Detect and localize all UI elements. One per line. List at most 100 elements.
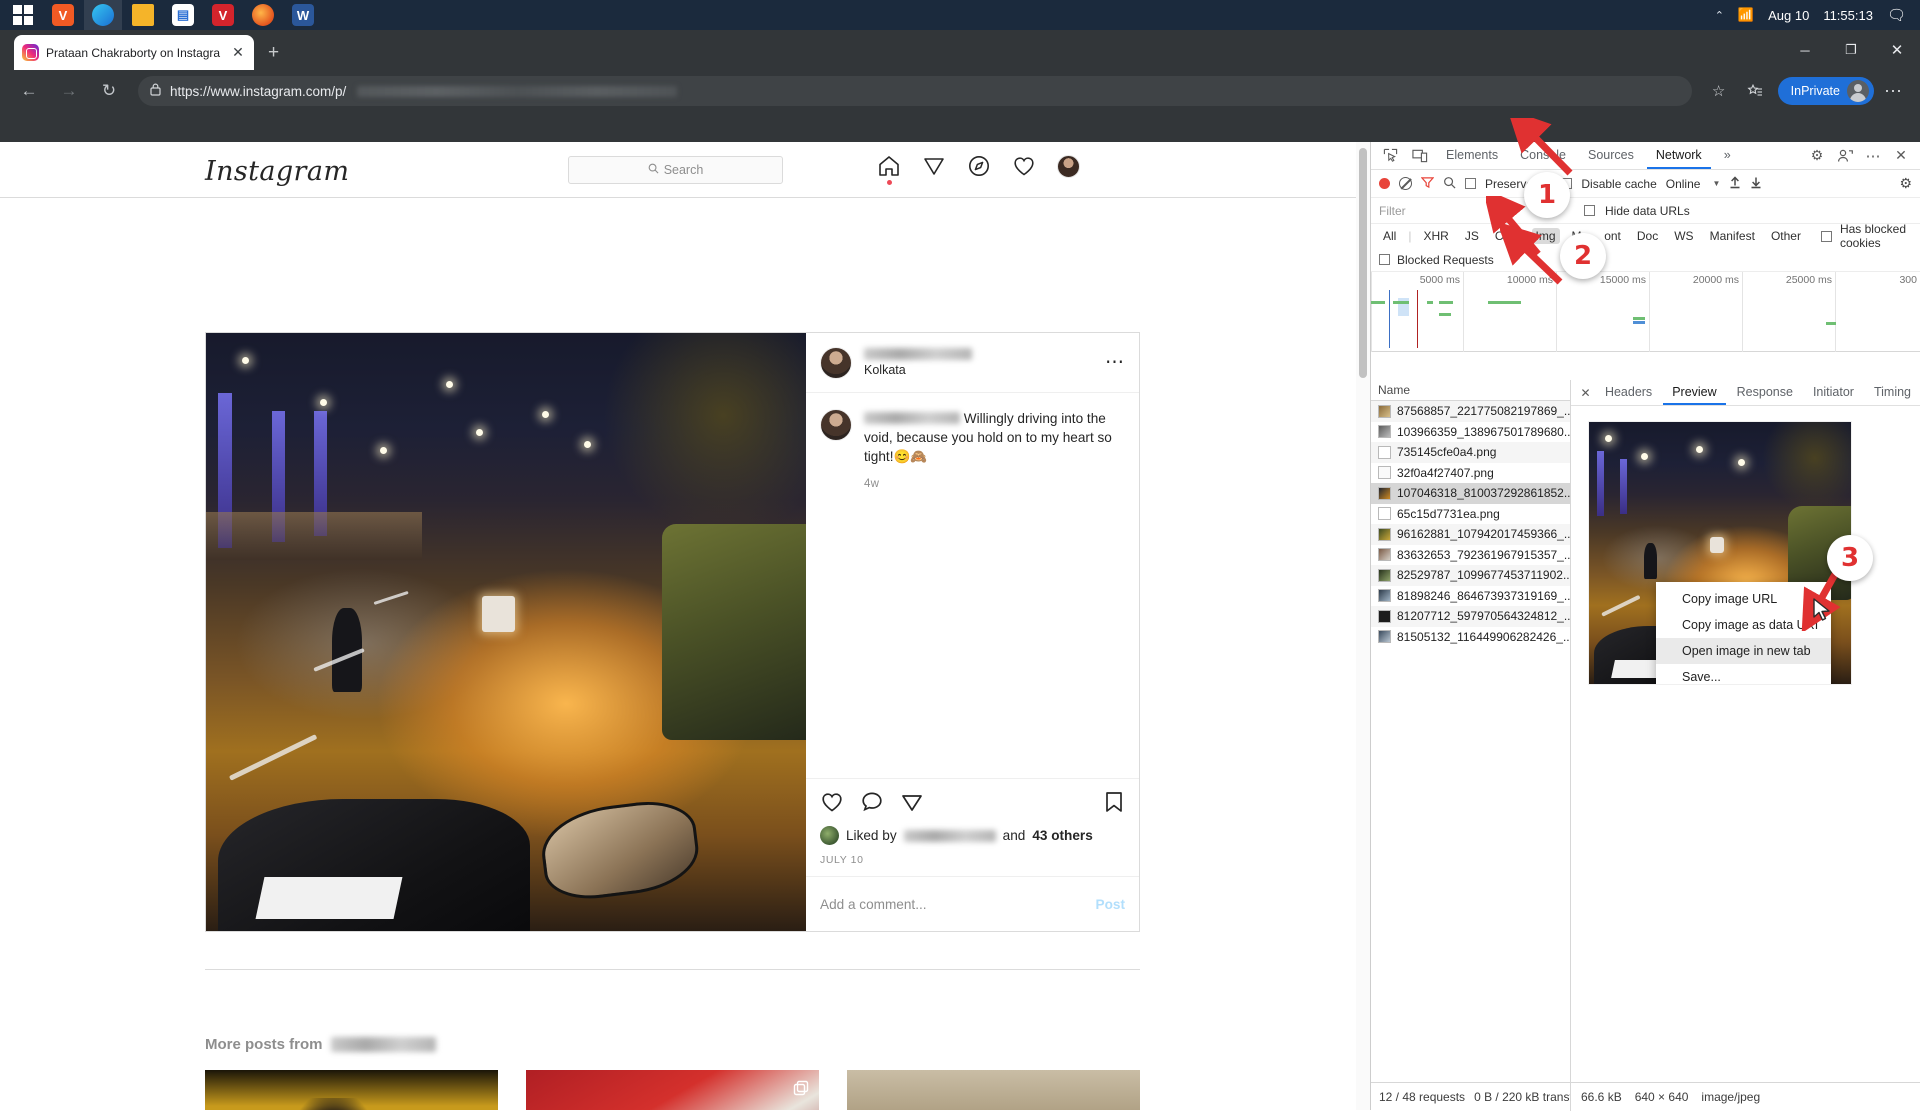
export-har-icon[interactable] xyxy=(1750,176,1762,192)
post-image[interactable] xyxy=(206,333,806,931)
caption-username-redacted[interactable] xyxy=(864,412,960,424)
add-comment-input[interactable]: Add a comment... xyxy=(820,897,927,912)
device-toolbar-icon[interactable] xyxy=(1407,144,1433,168)
maximize-button[interactable]: ❐ xyxy=(1828,30,1874,70)
tab-headers[interactable]: Headers xyxy=(1596,380,1661,405)
post-username-redacted[interactable] xyxy=(864,348,972,360)
tab-elements[interactable]: Elements xyxy=(1437,142,1507,169)
table-row[interactable]: 81505132_116449906282426_... xyxy=(1371,627,1570,648)
brave-icon[interactable]: V xyxy=(44,0,82,30)
instagram-logo[interactable]: Instagram xyxy=(205,156,349,187)
menu-item-open-image-in-new-tab[interactable]: Open image in new tab xyxy=(1656,638,1831,664)
record-icon[interactable] xyxy=(1379,178,1390,189)
tab-sources[interactable]: Sources xyxy=(1579,142,1643,169)
filter-type-js[interactable]: JS xyxy=(1461,228,1483,244)
clear-icon[interactable] xyxy=(1399,177,1412,190)
like-icon[interactable] xyxy=(820,790,844,819)
post-comment-button[interactable]: Post xyxy=(1096,897,1125,912)
avatar[interactable] xyxy=(820,409,852,441)
page-scrollbar[interactable]: ▲ xyxy=(1356,142,1370,1110)
start-icon[interactable] xyxy=(4,0,42,30)
filter-type-all[interactable]: All xyxy=(1379,228,1400,244)
blocked-requests-checkbox[interactable] xyxy=(1379,254,1390,265)
liked-others-count[interactable]: 43 others xyxy=(1032,828,1092,843)
liked-by-username-redacted[interactable] xyxy=(903,829,996,842)
close-detail-icon[interactable]: ✕ xyxy=(1577,386,1594,400)
minimize-button[interactable]: ─ xyxy=(1782,30,1828,70)
filter-type-xhr[interactable]: XHR xyxy=(1419,228,1452,244)
tab-network[interactable]: Network xyxy=(1646,142,1711,169)
share-icon[interactable] xyxy=(900,790,924,819)
collections-icon[interactable] xyxy=(1738,75,1772,107)
disable-cache-label[interactable]: Disable cache xyxy=(1581,177,1656,191)
tab-initiator[interactable]: Initiator xyxy=(1804,380,1863,405)
home-icon[interactable] xyxy=(877,154,901,185)
wifi-icon[interactable]: 📶 xyxy=(1738,7,1754,23)
throttling-select[interactable]: Online ▼ xyxy=(1666,177,1721,191)
table-row[interactable]: 81898246_864673937319169_... xyxy=(1371,586,1570,607)
network-settings-icon[interactable]: ⚙ xyxy=(1899,175,1912,192)
url-bar[interactable]: https://www.instagram.com/p/ xyxy=(138,76,1692,106)
has-blocked-cookies-checkbox[interactable] xyxy=(1820,230,1832,242)
forward-button[interactable]: → xyxy=(50,75,88,107)
browser-more-icon[interactable]: ⋯ xyxy=(1876,75,1910,107)
table-row[interactable]: 65c15d7731ea.png xyxy=(1371,504,1570,525)
tray-expand-icon[interactable]: ⌃ xyxy=(1715,9,1724,22)
search-input[interactable]: Search xyxy=(568,156,783,184)
settings-gear-icon[interactable]: ⚙ xyxy=(1804,144,1830,168)
filter-type-other[interactable]: Other xyxy=(1767,228,1805,244)
comment-icon[interactable] xyxy=(860,790,884,819)
edge-icon[interactable] xyxy=(84,0,122,30)
notification-icon[interactable]: 🗨 xyxy=(1887,6,1906,24)
direct-messages-icon[interactable] xyxy=(922,154,946,178)
more-tabs-icon[interactable]: » xyxy=(1715,142,1740,169)
grid-post-3[interactable] xyxy=(847,1070,1140,1110)
hide-data-urls-label[interactable]: Hide data URLs xyxy=(1605,204,1690,218)
activity-icon[interactable] xyxy=(1012,154,1036,178)
tab-response[interactable]: Response xyxy=(1728,380,1802,405)
more-options-icon[interactable]: ⋯ xyxy=(1860,144,1886,168)
favorite-icon[interactable]: ☆ xyxy=(1702,75,1736,107)
filter-type-doc[interactable]: Doc xyxy=(1633,228,1662,244)
table-row[interactable]: 81207712_597970564324812_... xyxy=(1371,606,1570,627)
profile-avatar[interactable] xyxy=(1057,154,1080,178)
close-icon[interactable]: ✕ xyxy=(1888,144,1914,168)
table-row[interactable]: 83632653_792361967915357_... xyxy=(1371,545,1570,566)
inspect-element-icon[interactable] xyxy=(1377,144,1403,168)
blocked-requests-label[interactable]: Blocked Requests xyxy=(1397,253,1494,267)
search-icon[interactable] xyxy=(1443,176,1456,192)
avatar[interactable] xyxy=(820,346,852,379)
send-feedback-icon[interactable] xyxy=(1832,144,1858,168)
filter-type-manifest[interactable]: Manifest xyxy=(1706,228,1759,244)
network-request-list[interactable]: Name 87568857_221775082197869_... 103966… xyxy=(1371,380,1571,1082)
microsoft-store-icon[interactable]: ▤ xyxy=(164,0,202,30)
table-row[interactable]: 103966359_138967501789680... xyxy=(1371,422,1570,443)
network-overview-timeline[interactable]: 5000 ms 10000 ms 15000 ms 20000 ms 25000… xyxy=(1371,272,1920,352)
bookmark-icon[interactable] xyxy=(1103,790,1125,819)
more-posts-username-redacted[interactable] xyxy=(330,1037,436,1052)
inprivate-profile-button[interactable]: InPrivate xyxy=(1777,77,1874,105)
back-button[interactable]: ← xyxy=(10,75,48,107)
word-icon[interactable]: W xyxy=(284,0,322,30)
preserve-log-checkbox[interactable] xyxy=(1465,178,1476,189)
table-row[interactable]: 82529787_1099677453711902... xyxy=(1371,565,1570,586)
has-blocked-cookies-label[interactable]: Has blocked cookies xyxy=(1840,222,1912,250)
tab-preview[interactable]: Preview xyxy=(1663,380,1726,405)
filter-icon[interactable] xyxy=(1420,176,1435,192)
explore-icon[interactable] xyxy=(967,154,991,178)
table-row[interactable]: 107046318_810037292861852... xyxy=(1371,483,1570,504)
column-header-name[interactable]: Name xyxy=(1371,380,1570,401)
table-row[interactable]: 735145cfe0a4.png xyxy=(1371,442,1570,463)
tab-timing[interactable]: Timing xyxy=(1865,380,1920,405)
import-har-icon[interactable] xyxy=(1729,175,1741,192)
menu-item-save[interactable]: Save... xyxy=(1656,664,1831,684)
browser-tab[interactable]: Prataan Chakraborty on Instagra ✕ xyxy=(14,35,254,70)
table-row[interactable]: 96162881_107942017459366_... xyxy=(1371,524,1570,545)
scrollbar-thumb[interactable] xyxy=(1359,148,1367,378)
new-tab-button[interactable]: + xyxy=(268,42,279,64)
file-explorer-icon[interactable] xyxy=(124,0,162,30)
image-preview[interactable]: Copy image URL Copy image as data URI Op… xyxy=(1589,422,1851,684)
post-location[interactable]: Kolkata xyxy=(864,363,972,377)
table-row[interactable]: 87568857_221775082197869_... xyxy=(1371,401,1570,422)
firefox-icon[interactable] xyxy=(244,0,282,30)
